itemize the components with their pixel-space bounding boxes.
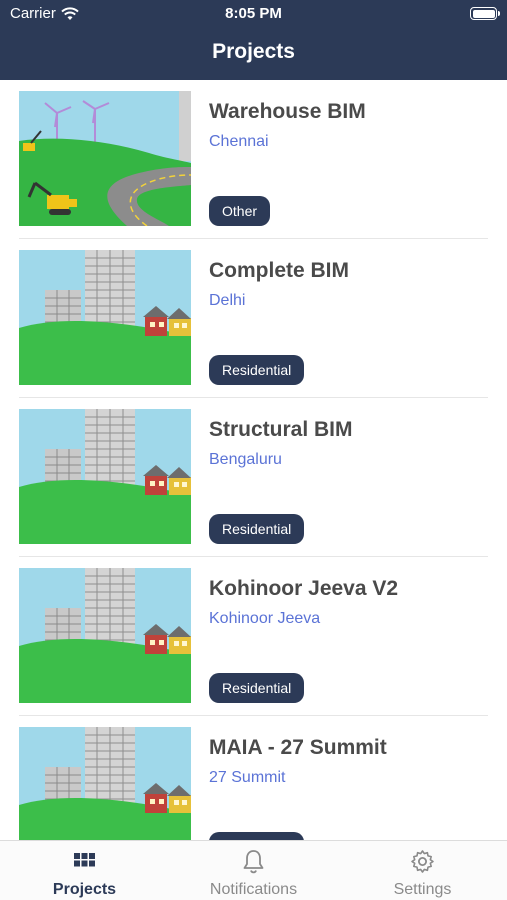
project-name: Warehouse BIM <box>209 100 366 123</box>
grid-icon <box>74 853 95 867</box>
project-location: 27 Summit <box>209 769 286 786</box>
bell-icon <box>243 850 264 874</box>
project-card[interactable]: Warehouse BIM Chennai Other <box>0 80 507 239</box>
project-category-badge: Residential <box>209 514 305 544</box>
project-thumbnail <box>19 409 191 544</box>
project-card[interactable]: Structural BIM Bengaluru Residential <box>0 398 507 557</box>
tab-settings[interactable]: Settings <box>338 841 507 900</box>
project-card[interactable]: MAIA - 27 Summit 27 Summit <box>0 716 507 840</box>
project-thumbnail <box>19 250 191 385</box>
status-time: 8:05 PM <box>225 5 282 22</box>
tab-label: Settings <box>393 881 452 898</box>
battery-icon <box>470 7 500 20</box>
project-location: Delhi <box>209 292 246 309</box>
project-location: Bengaluru <box>209 451 282 468</box>
project-thumbnail <box>19 568 191 703</box>
project-name: Structural BIM <box>209 418 353 441</box>
project-name: Complete BIM <box>209 259 350 282</box>
tab-bar: Projects Notifications Settings <box>0 840 507 900</box>
project-category-badge <box>209 832 304 840</box>
tab-label: Notifications <box>209 881 298 898</box>
tab-projects[interactable]: Projects <box>0 841 169 900</box>
navigation-bar: Carrier 8:05 PM Projects <box>0 0 507 80</box>
gear-icon <box>411 850 434 873</box>
project-name: MAIA - 27 Summit <box>209 736 387 759</box>
project-category-badge: Residential <box>209 355 305 385</box>
project-location: Kohinoor Jeeva <box>209 610 321 627</box>
project-category-badge: Other <box>209 196 271 226</box>
project-list[interactable]: Warehouse BIM Chennai Other Complete BIM… <box>0 80 507 840</box>
project-card[interactable]: Kohinoor Jeeva V2 Kohinoor Jeeva Residen… <box>0 557 507 716</box>
project-category-badge: Residential <box>209 673 305 703</box>
tab-notifications[interactable]: Notifications <box>169 841 338 900</box>
status-bar: Carrier 8:05 PM <box>0 0 507 28</box>
project-thumbnail <box>19 91 191 226</box>
project-location: Chennai <box>209 133 269 150</box>
project-card[interactable]: Complete BIM Delhi Residential <box>0 239 507 398</box>
project-thumbnail <box>19 727 191 840</box>
page-title: Projects <box>212 40 295 63</box>
tab-label: Projects <box>52 881 117 898</box>
project-name: Kohinoor Jeeva V2 <box>209 577 399 600</box>
